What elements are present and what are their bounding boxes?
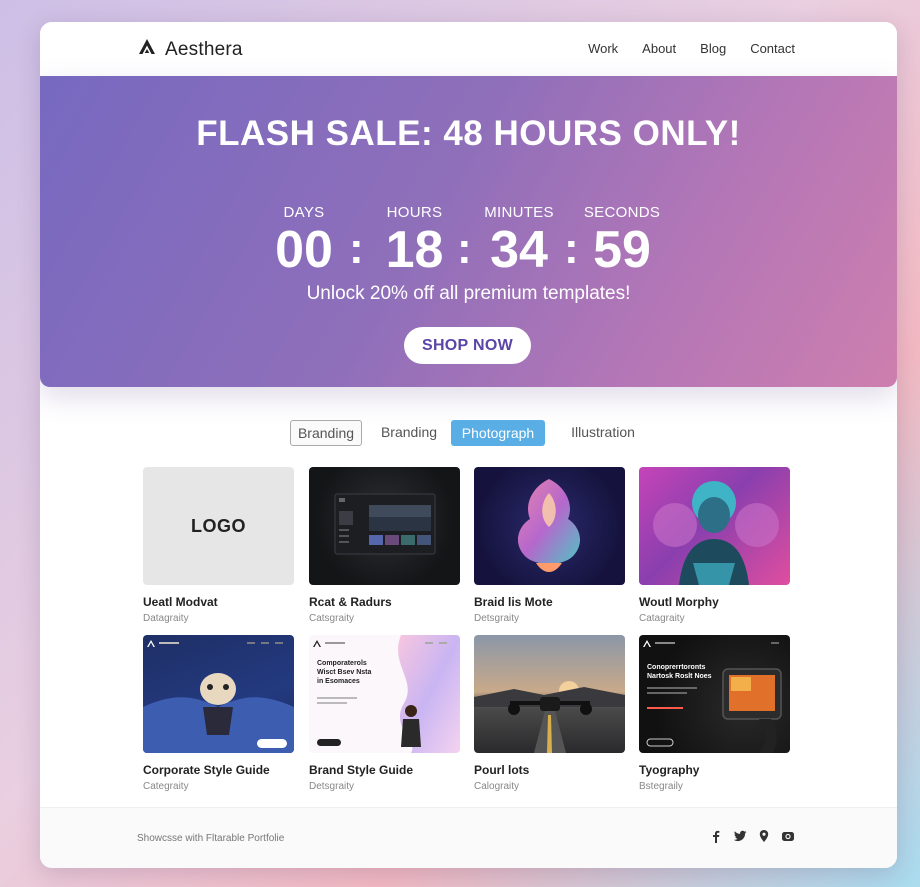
countdown-separator: : (457, 224, 472, 273)
countdown-separator: : (349, 224, 364, 273)
portfolio-item-title: Tyography (639, 763, 700, 777)
portfolio-filter-tabs: Branding Branding Photograph Illustratio… (40, 420, 897, 446)
portfolio-item[interactable]: Corporate Style Guide Categraity (143, 635, 294, 792)
brand-name: Aesthera (165, 38, 243, 60)
portfolio-item[interactable]: Comporaterols Wisct Bsev Nsta in Esomace… (309, 635, 460, 792)
corporate-guide-image (143, 640, 294, 753)
portfolio-item-category: Detsgraity (474, 613, 520, 624)
portfolio-thumbnail[interactable] (639, 467, 790, 585)
thumbnail-headline: Conoprerrtoronts Nartosk Roslt Noes (647, 664, 712, 680)
brand[interactable]: Aesthera (137, 37, 243, 62)
nav-link-contact[interactable]: Contact (750, 41, 795, 56)
portfolio-item-category: Detsgraity (309, 781, 355, 792)
top-navigation-bar: Aesthera Work About Blog Contact (40, 22, 897, 76)
main-nav: Work About Blog Contact (588, 41, 795, 56)
countdown-separator: : (564, 224, 579, 273)
countdown-seconds: SECONDS 59 (581, 204, 663, 276)
portfolio-item-title: Braid lis Mote (474, 595, 553, 609)
filter-tab-branding[interactable]: Branding (290, 420, 362, 446)
filter-tab-branding-alt[interactable]: Branding (376, 420, 442, 446)
portfolio-item-title: Pourl lots (474, 763, 530, 777)
portfolio-item-category: Catsgraity (309, 613, 355, 624)
countdown-timer: DAYS 00 : HOURS 18 : MINUTES 34 : SECOND… (268, 204, 663, 284)
portfolio-item-title: Rcat & Radurs (309, 595, 392, 609)
filter-tab-photograph[interactable]: Photograph (451, 420, 545, 446)
page-card: Aesthera Work About Blog Contact FLASH S… (40, 22, 897, 868)
portfolio-item[interactable]: LOGO Ueatl Modvat Datagraity (143, 467, 294, 624)
hero-title: FLASH SALE: 48 HOURS ONLY! (196, 114, 741, 153)
social-links (709, 829, 795, 843)
page-footer: Showcsse with Fltarable Portfolie (40, 807, 897, 868)
portfolio-item-category: Datagraity (143, 613, 189, 624)
portfolio-item[interactable]: Rcat & Radurs Catsgraity (309, 467, 460, 624)
portfolio-thumbnail[interactable]: LOGO (143, 467, 294, 585)
location-icon[interactable] (757, 829, 771, 843)
drone-photo-image (474, 681, 625, 753)
nav-link-about[interactable]: About (642, 41, 676, 56)
portfolio-item[interactable]: Woutl Morphy Catagraity (639, 467, 790, 624)
dashboard-mockup-image (334, 493, 436, 555)
countdown-days-label: DAYS (283, 204, 325, 221)
countdown-days-value: 00 (275, 221, 333, 279)
brand-guide-image (313, 635, 460, 753)
portfolio-item-category: Calograity (474, 781, 520, 792)
twitter-icon[interactable] (733, 829, 747, 843)
countdown-days: DAYS 00 (268, 204, 340, 276)
portfolio-thumbnail[interactable] (474, 467, 625, 585)
portfolio-item-title: Woutl Morphy (639, 595, 719, 609)
brand-logo-icon (137, 37, 157, 62)
nav-link-work[interactable]: Work (588, 41, 618, 56)
countdown-seconds-value: 59 (593, 221, 651, 279)
camera-icon[interactable] (781, 829, 795, 843)
portfolio-item-category: Bstegraily (639, 781, 683, 792)
portfolio-thumbnail[interactable]: Conoprerrtoronts Nartosk Roslt Noes (639, 635, 790, 753)
countdown-minutes-value: 34 (490, 221, 548, 279)
portfolio-item[interactable]: Pourl lots Calograity (474, 635, 625, 792)
flash-sale-hero: FLASH SALE: 48 HOURS ONLY! DAYS 00 : HOU… (40, 76, 897, 387)
hero-subtitle: Unlock 20% off all premium templates! (306, 283, 631, 304)
countdown-hours-label: HOURS (386, 204, 443, 221)
portfolio-item-title: Corporate Style Guide (143, 763, 270, 777)
typography-product-image (643, 640, 782, 753)
filter-tab-illustration[interactable]: Illustration (562, 420, 644, 446)
portfolio-thumbnail[interactable] (143, 635, 294, 753)
countdown-seconds-label: SECONDS (583, 204, 661, 221)
footer-text: Showcsse with Fltarable Portfolie (137, 833, 285, 844)
portfolio-item[interactable]: Braid lis Mote Detsgraity (474, 467, 625, 624)
countdown-hours: HOURS 18 (372, 204, 457, 276)
shop-now-button[interactable]: SHOP NOW (404, 327, 531, 364)
portfolio-thumbnail[interactable] (309, 467, 460, 585)
thumbnail-headline: Comporaterols Wisct Bsev Nsta in Esomace… (317, 660, 372, 685)
logo-placeholder-text: LOGO (191, 515, 246, 536)
nav-link-blog[interactable]: Blog (700, 41, 726, 56)
facebook-icon[interactable] (709, 829, 723, 843)
portfolio-item-category: Catagraity (639, 613, 685, 624)
portfolio-item-category: Categraity (143, 781, 189, 792)
portfolio-thumbnail[interactable] (474, 635, 625, 753)
abstract-art-image (517, 479, 581, 572)
portfolio-item-title: Ueatl Modvat (143, 595, 218, 609)
countdown-minutes: MINUTES 34 (478, 204, 560, 276)
portfolio-item-title: Brand Style Guide (309, 763, 414, 777)
portfolio-thumbnail[interactable]: Comporaterols Wisct Bsev Nsta in Esomace… (309, 635, 460, 753)
countdown-hours-value: 18 (385, 221, 444, 279)
neon-portrait-image (653, 481, 779, 585)
countdown-minutes-label: MINUTES (484, 204, 554, 221)
portfolio-item[interactable]: Conoprerrtoronts Nartosk Roslt Noes Tyog… (639, 635, 790, 792)
